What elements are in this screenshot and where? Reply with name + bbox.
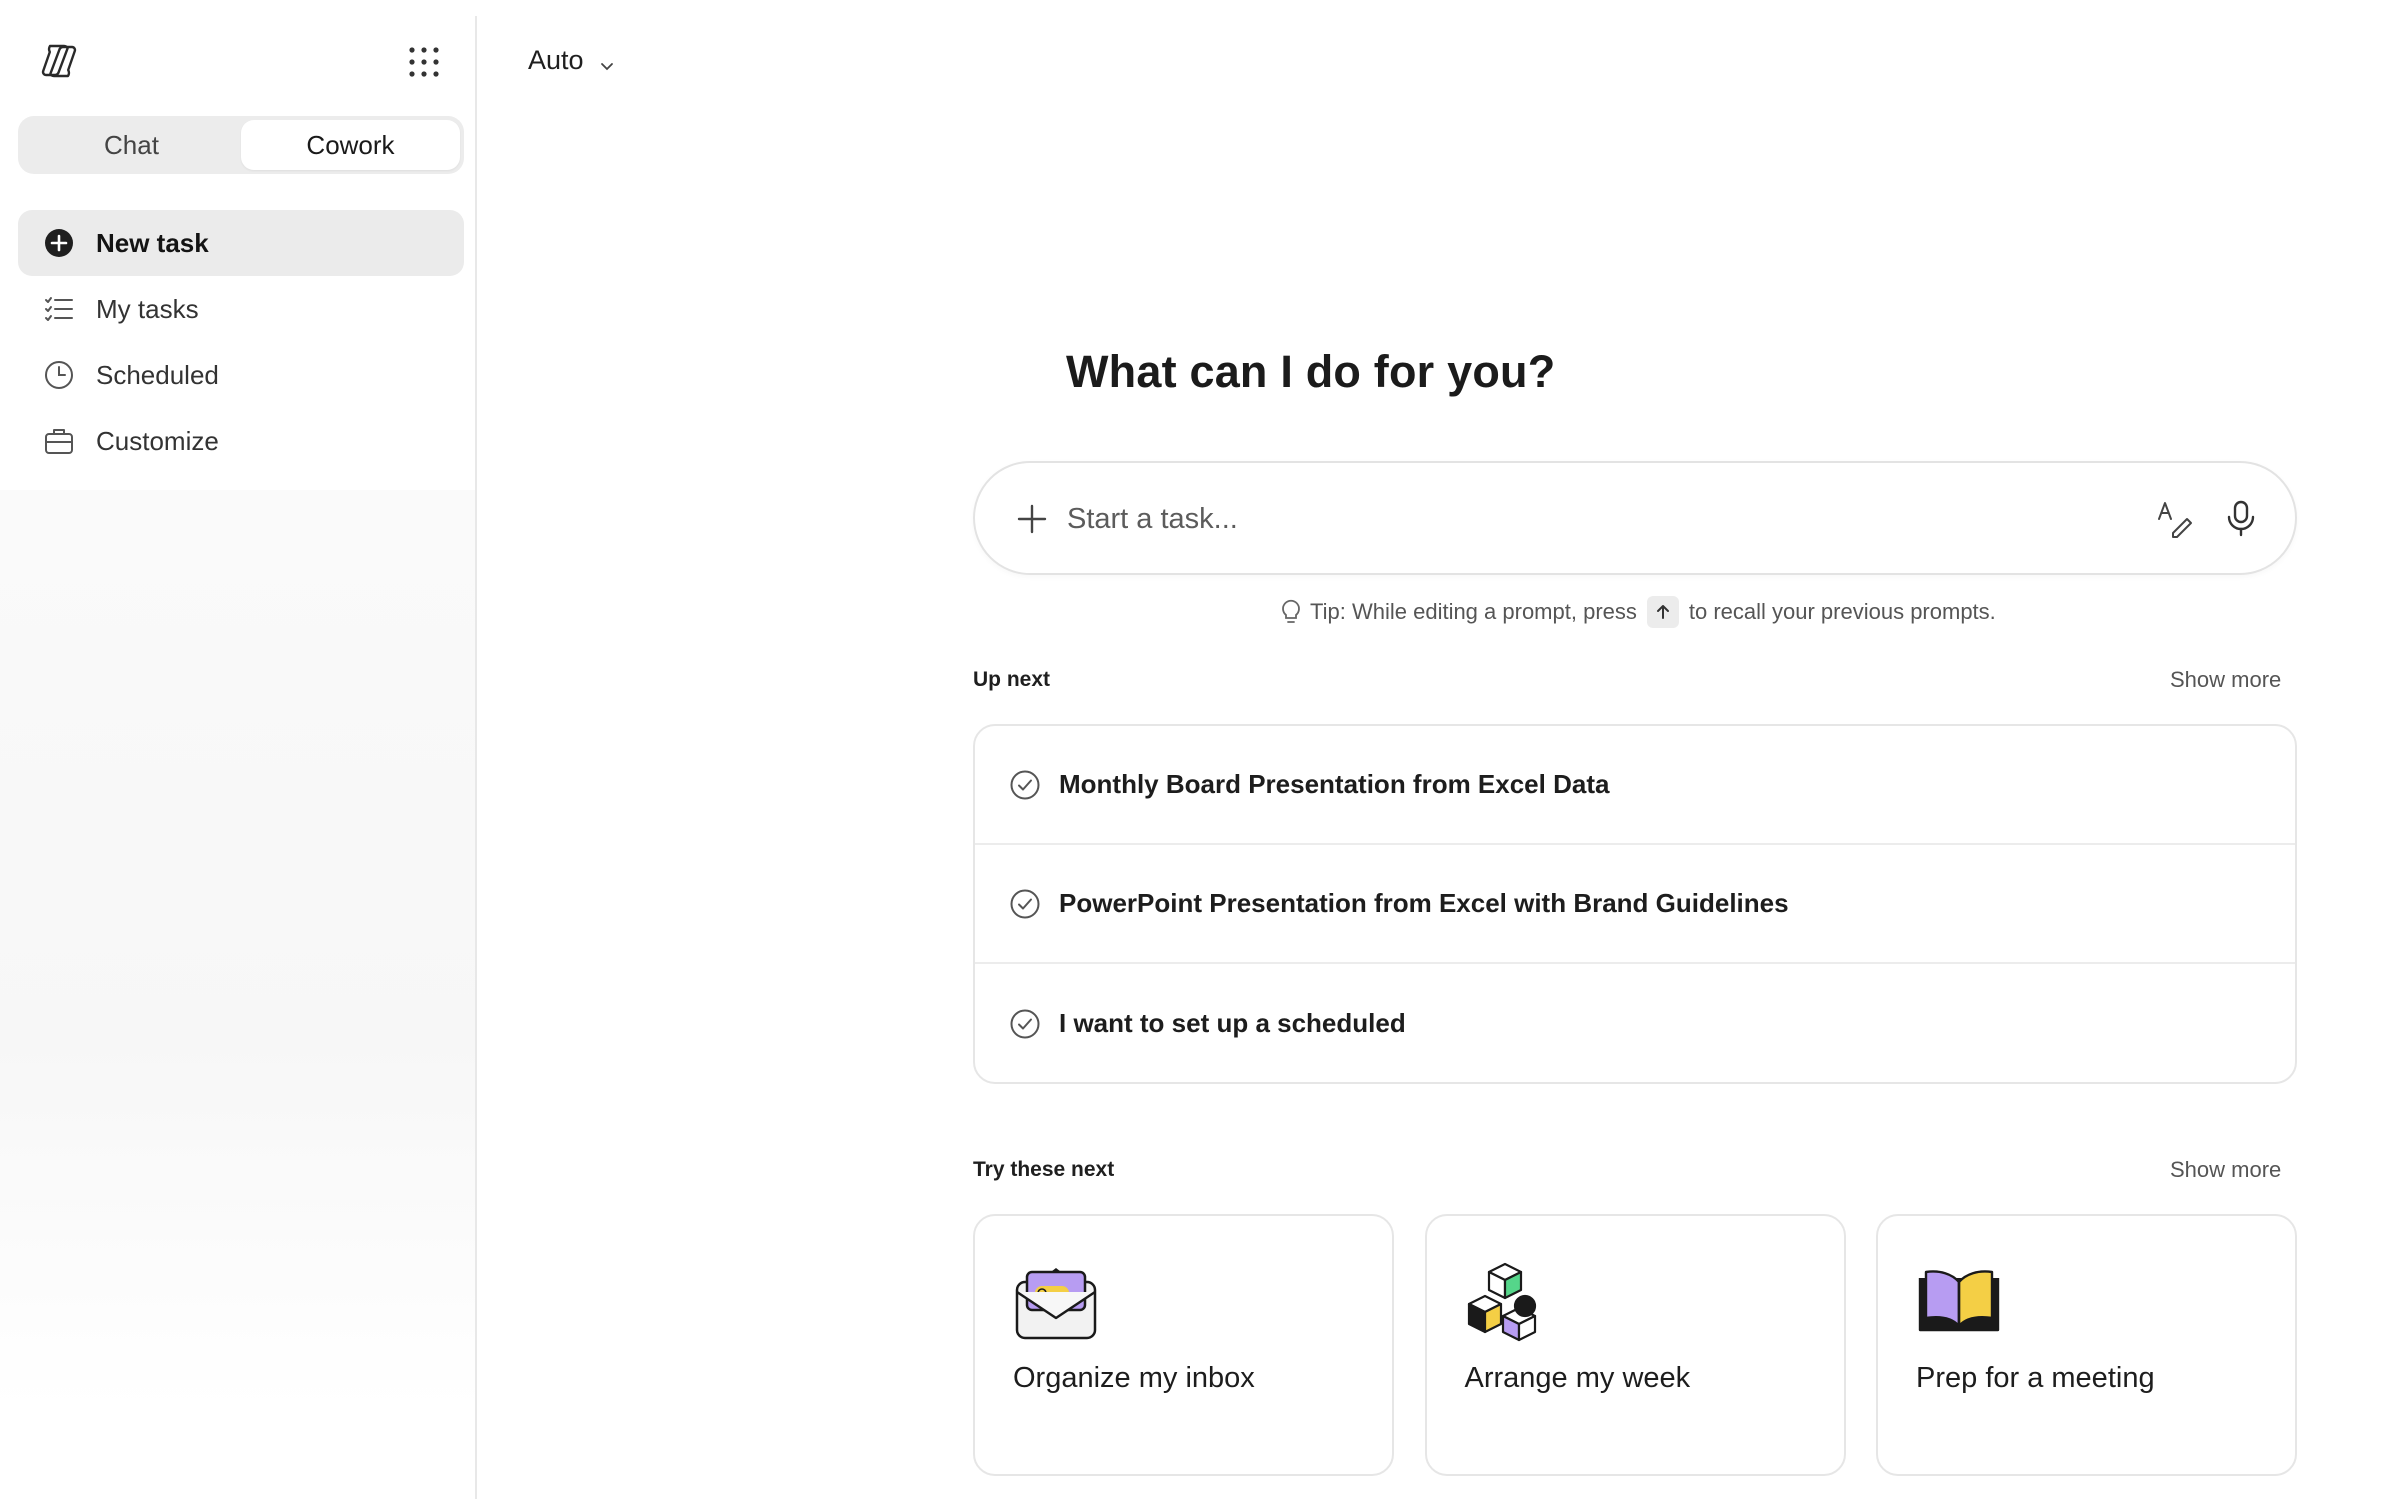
up-next-task-list: Monthly Board Presentation from Excel Da… [973,724,2297,1084]
cubes-illustration-icon [1465,1260,1551,1346]
clock-icon [42,358,76,392]
card-label: Organize my inbox [1013,1362,1255,1394]
sidebar-item-scheduled[interactable]: Scheduled [18,342,464,408]
tip-before: Tip: While editing a prompt, press [1310,599,1637,624]
tab-cowork[interactable]: Cowork [241,120,460,170]
microphone-icon[interactable] [2221,498,2261,538]
sidebar-item-customize[interactable]: Customize [18,408,464,474]
suggestion-cards: Organize my inbox Arrange my week Prep f… [973,1214,2297,1476]
suggestion-card-prep-meeting[interactable]: Prep for a meeting [1876,1214,2297,1476]
model-selector[interactable]: Auto [528,40,616,80]
task-row[interactable]: PowerPoint Presentation from Excel with … [975,845,2295,964]
check-circle-icon [1009,769,1041,801]
plus-icon[interactable] [1013,500,1051,538]
task-title: Monthly Board Presentation from Excel Da… [1059,769,1610,799]
sidebar-item-label: Customize [96,426,219,456]
chevron-down-icon [598,51,616,71]
up-next-show-more-link[interactable]: Show more [2170,667,2281,693]
sidebar-divider [475,16,477,1499]
sidebar-item-label: Scheduled [96,360,219,390]
rewrite-icon[interactable] [2155,499,2195,539]
tip-text: Tip: While editing a prompt, press to re… [1278,594,1996,630]
lightbulb-icon [1278,598,1304,626]
mode-toggle: Chat Cowork [18,116,464,174]
sidebar-item-my-tasks[interactable]: My tasks [18,276,464,342]
task-row[interactable]: Monthly Board Presentation from Excel Da… [975,726,2295,845]
card-label: Arrange my week [1464,1362,1691,1394]
open-book-illustration-icon [1916,1260,2002,1346]
task-list-icon [42,292,76,326]
check-circle-icon [1009,888,1041,920]
sidebar-item-new-task[interactable]: New task [18,210,464,276]
suggestion-card-arrange-week[interactable]: Arrange my week [1424,1214,1846,1476]
task-title: PowerPoint Presentation from Excel with … [1059,888,1789,918]
sidebar: Chat Cowork New task My tasks Scheduled … [0,0,477,1499]
app-launcher-grid-icon[interactable] [404,42,444,82]
try-next-show-more-link[interactable]: Show more [2170,1157,2281,1183]
sidebar-item-label: My tasks [96,294,199,324]
task-row[interactable]: I want to set up a scheduled [975,964,2295,1082]
envelope-illustration-icon [1013,1260,1099,1346]
arrow-up-icon [1646,596,1679,628]
app-window: Chat Cowork New task My tasks Scheduled … [0,0,2400,1499]
briefcase-icon [42,424,76,458]
task-input[interactable] [1067,493,2067,545]
sidebar-item-label: New task [96,228,209,258]
task-composer [973,461,2297,575]
card-label: Prep for a meeting [1916,1362,2155,1394]
try-next-heading: Try these next [973,1158,1115,1181]
tip-after: to recall your previous prompts. [1688,599,1996,624]
sidebar-nav: New task My tasks Scheduled Customize [18,210,464,474]
plus-circle-icon [42,226,76,260]
suggestion-card-organize-inbox[interactable]: Organize my inbox [973,1214,1394,1476]
page-title: What can I do for you? [1066,346,1556,397]
copilot-logo-icon[interactable] [36,38,82,84]
up-next-heading: Up next [973,668,1051,691]
model-selector-label: Auto [528,44,584,75]
tab-chat[interactable]: Chat [22,120,241,170]
task-title: I want to set up a scheduled [1059,1008,1406,1038]
sidebar-background [0,490,476,1410]
check-circle-icon [1009,1008,1041,1040]
